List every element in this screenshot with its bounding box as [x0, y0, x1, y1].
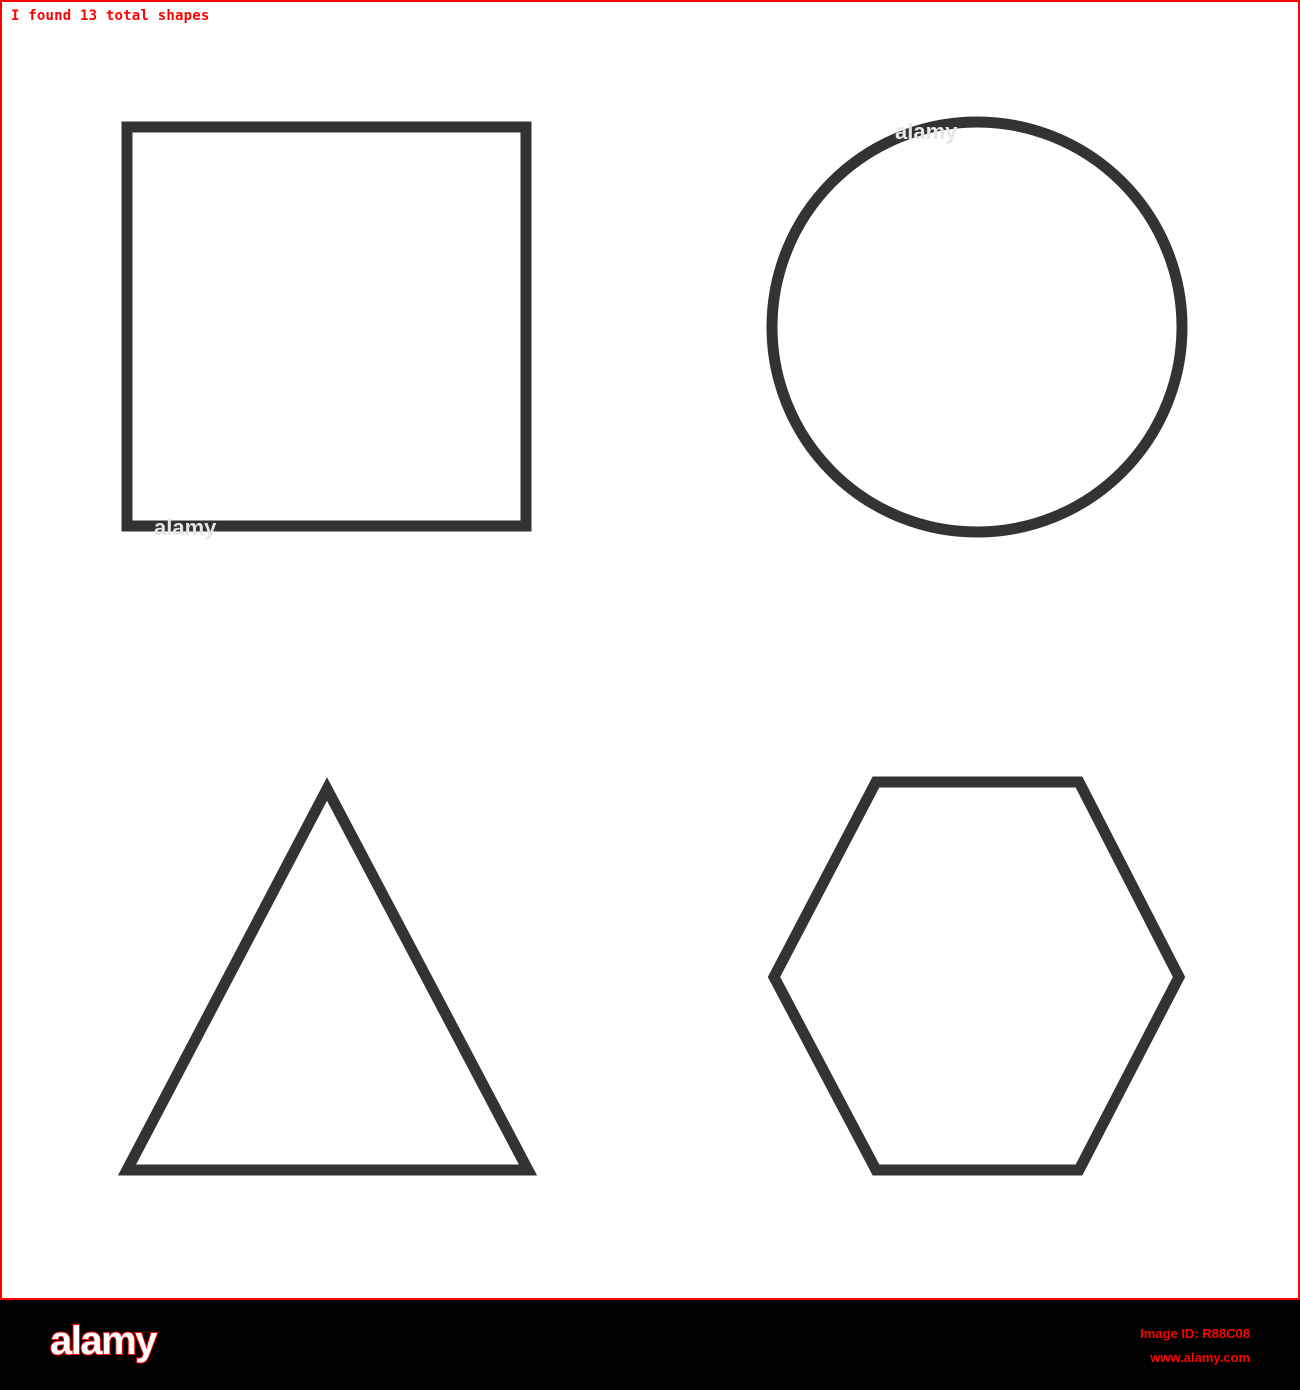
watermark-text: alamy	[154, 515, 217, 540]
footer-url-link[interactable]: www.alamy.com	[1140, 1346, 1250, 1370]
annotated-image-canvas: alamy alamy I found 13 total shapes	[0, 0, 1300, 1300]
square-shape	[121, 121, 532, 532]
watermark-text: alamy	[895, 119, 958, 144]
footer-bar: alamy Image ID: R88C08 www.alamy.com	[0, 1300, 1300, 1390]
circle-shape	[766, 116, 1188, 538]
image-id-label: Image ID: R88C08	[1140, 1326, 1250, 1341]
hexagon-shape	[767, 776, 1186, 1176]
alamy-logo: alamy	[49, 1318, 158, 1364]
footer-meta: Image ID: R88C08 www.alamy.com	[1140, 1322, 1250, 1370]
triangle-shape	[117, 777, 538, 1176]
detection-caption: I found 13 total shapes	[11, 8, 210, 24]
shapes-drawing: alamy alamy	[117, 116, 1188, 1176]
